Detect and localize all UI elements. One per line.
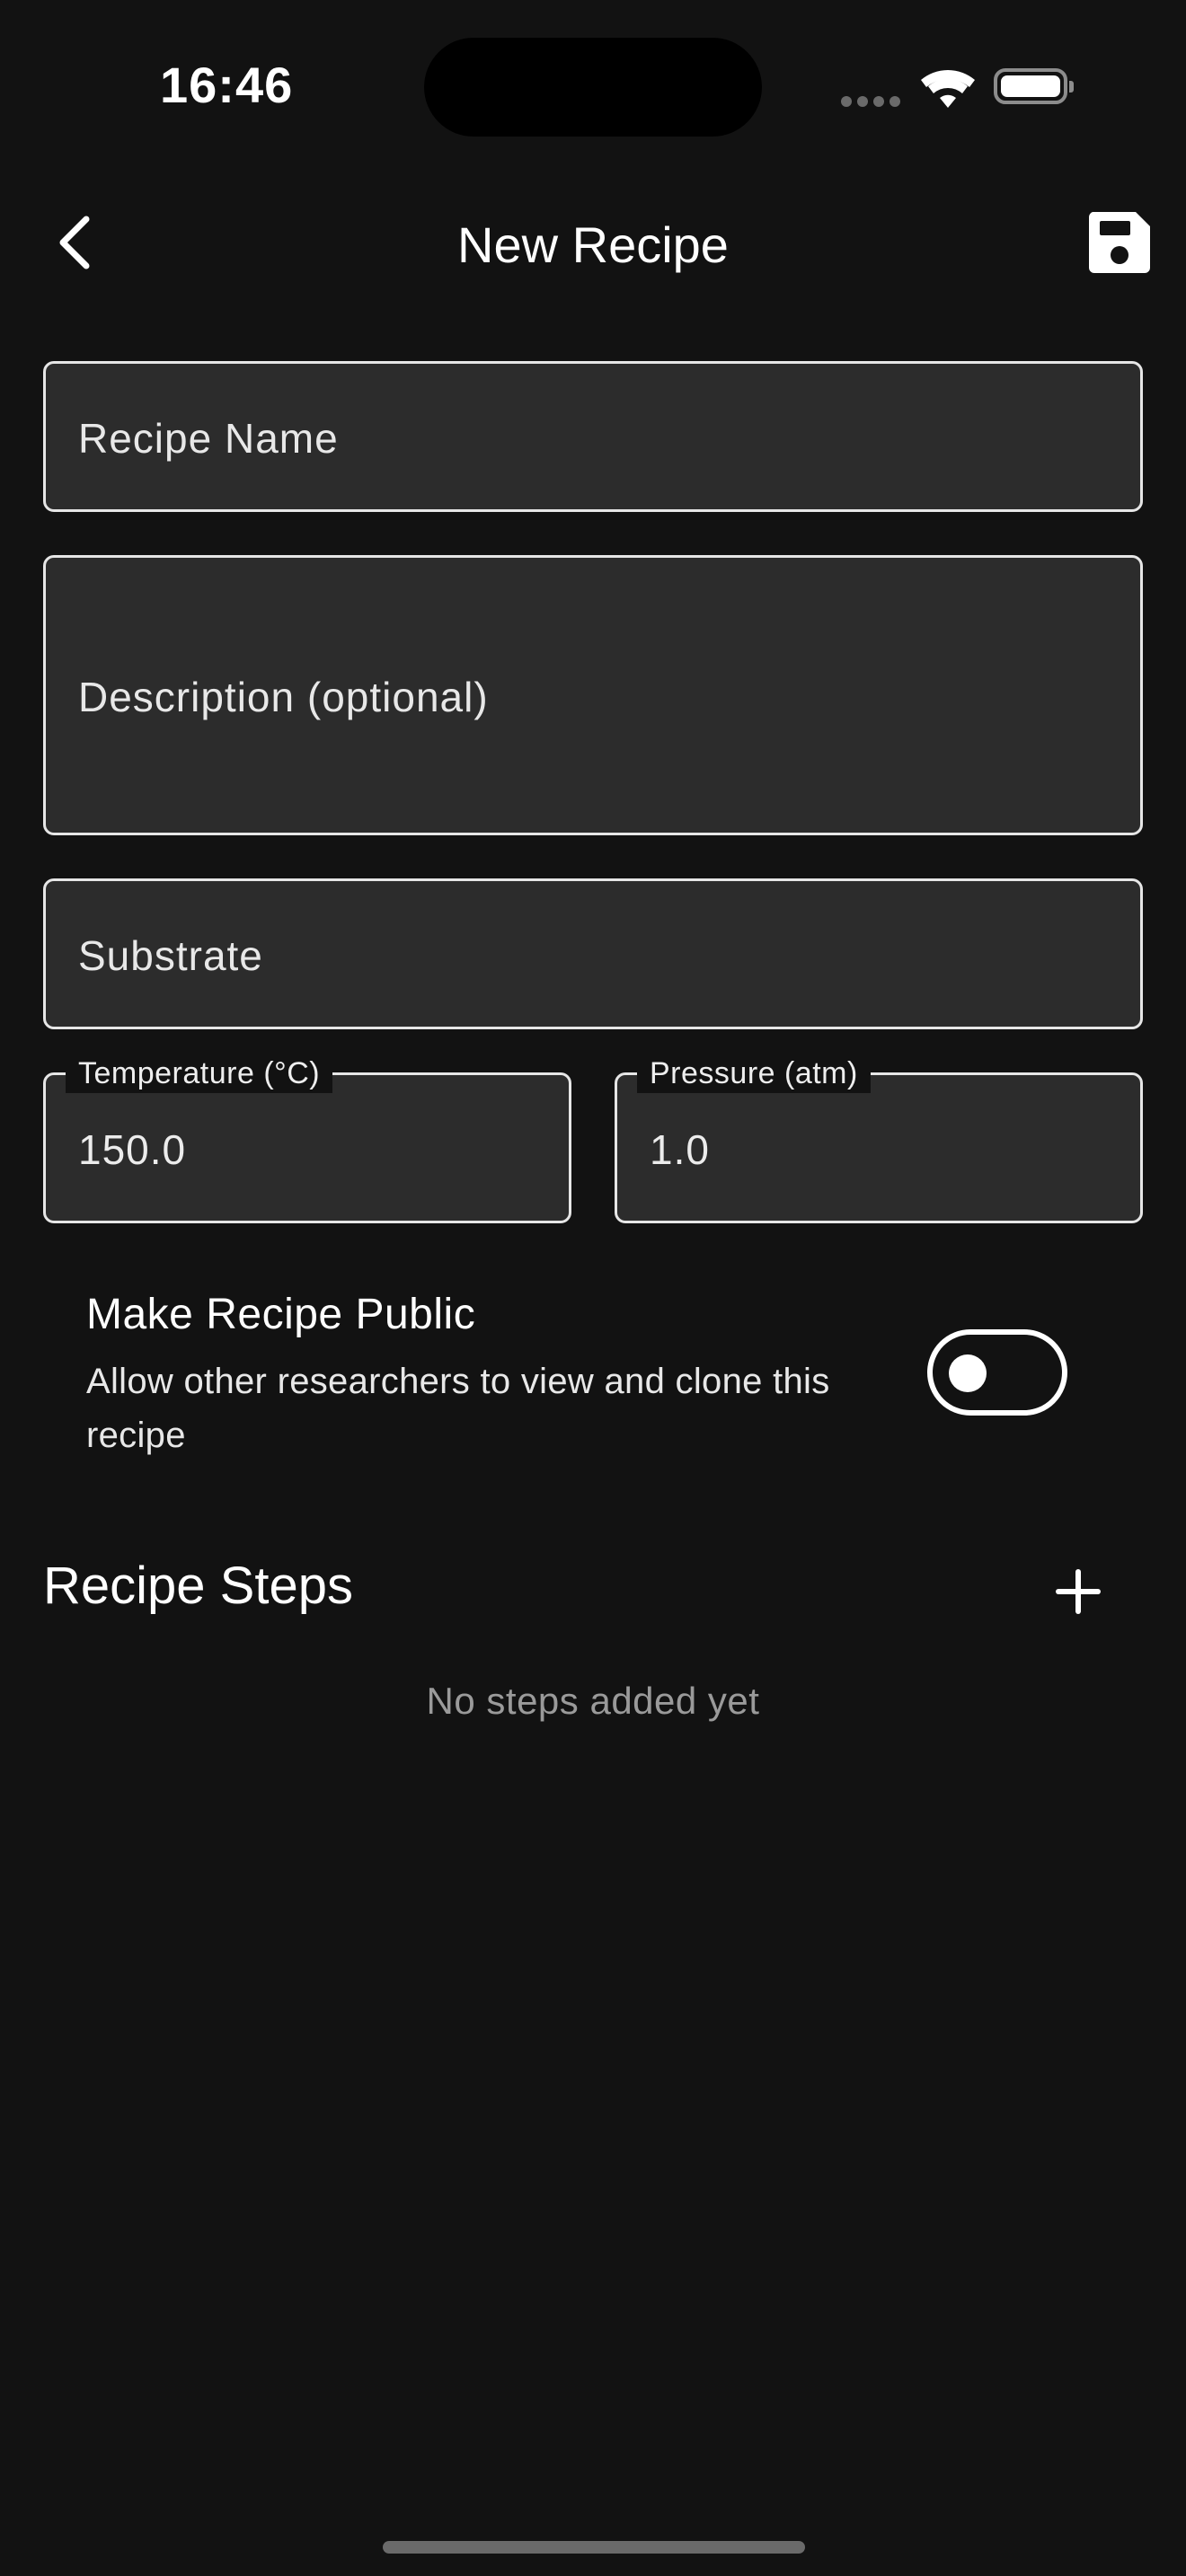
toggle-knob [949, 1354, 987, 1392]
steps-section-title: Recipe Steps [43, 1557, 353, 1615]
public-toggle-description: Allow other researchers to view and clon… [86, 1362, 830, 1455]
description-field[interactable]: Description (optional) [43, 555, 1143, 835]
recipe-name-placeholder: Recipe Name [78, 415, 339, 462]
pressure-field[interactable]: Pressure (atm) 1.0 [615, 1054, 1143, 1223]
public-toggle-title: Make Recipe Public [86, 1291, 476, 1338]
empty-steps-message: No steps added yet [426, 1680, 760, 1722]
battery-icon [994, 68, 1074, 104]
public-toggle-switch[interactable] [927, 1329, 1067, 1416]
floppy-disk-icon [1088, 212, 1150, 273]
temperature-label: Temperature (°C) [66, 1054, 333, 1093]
save-button[interactable] [1085, 208, 1154, 277]
temperature-value: 150.0 [78, 1126, 187, 1173]
substrate-field[interactable]: Substrate [43, 878, 1143, 1029]
cellular-signal-icon [841, 95, 906, 111]
status-time: 16:46 [160, 57, 294, 113]
pressure-value: 1.0 [650, 1126, 710, 1173]
plus-icon [1056, 1569, 1101, 1614]
recipe-name-field[interactable]: Recipe Name [43, 361, 1143, 512]
add-step-button[interactable] [1048, 1561, 1109, 1622]
pressure-label: Pressure (atm) [637, 1054, 871, 1093]
page-title: New Recipe [457, 216, 729, 273]
dynamic-island [424, 38, 762, 137]
description-placeholder: Description (optional) [78, 674, 489, 720]
temperature-field[interactable]: Temperature (°C) 150.0 [43, 1054, 571, 1223]
home-indicator[interactable] [383, 2541, 805, 2554]
wifi-icon [921, 70, 975, 108]
substrate-placeholder: Substrate [78, 932, 263, 979]
